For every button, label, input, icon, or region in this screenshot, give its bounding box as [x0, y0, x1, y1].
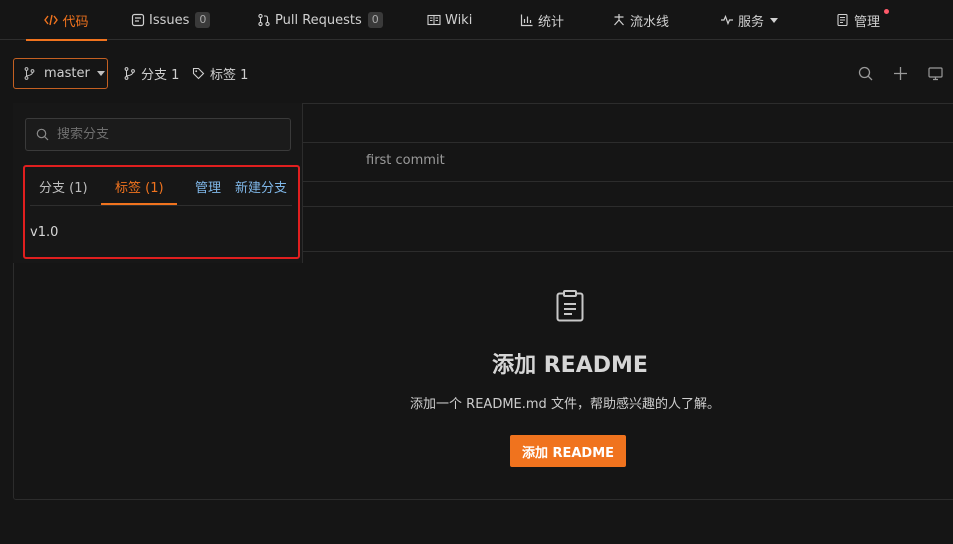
branches-count-label: 分支 1	[141, 67, 180, 83]
book-icon	[427, 13, 441, 27]
notification-dot	[884, 9, 889, 14]
tab-services[interactable]: 服务	[720, 0, 779, 40]
tab-code-label: 代码	[62, 14, 89, 30]
issues-icon	[131, 13, 145, 27]
row-divider	[300, 181, 953, 182]
tab-code[interactable]: 代码	[26, 0, 107, 41]
chevron-down-icon	[96, 71, 105, 76]
current-branch-label: master	[44, 66, 90, 81]
bar-chart-icon	[520, 13, 534, 27]
tab-pipeline[interactable]: 流水线	[612, 0, 669, 40]
tab-wiki[interactable]: Wiki	[427, 0, 472, 40]
branch-selector[interactable]: master	[13, 58, 108, 89]
branches-count-link[interactable]: 分支 1	[124, 64, 180, 83]
issues-count-badge: 0	[195, 12, 211, 28]
monitor-icon[interactable]	[926, 64, 944, 82]
tab-issues-label: Issues	[149, 12, 190, 28]
code-icon	[44, 13, 59, 27]
branch-icon	[124, 66, 136, 80]
row-divider	[300, 206, 953, 207]
tab-pipeline-label: 流水线	[630, 14, 670, 30]
row-divider	[300, 142, 953, 143]
tab-manage[interactable]: 管理	[836, 0, 880, 40]
pr-count-badge: 0	[367, 12, 383, 28]
tags-count-link[interactable]: 标签 1	[192, 64, 249, 83]
tab-stats-label: 统计	[538, 14, 565, 30]
pull-request-icon	[257, 13, 271, 27]
tab-services-label: 服务	[738, 14, 765, 30]
last-commit-message[interactable]: first commit	[366, 153, 445, 168]
pulse-icon	[720, 13, 734, 27]
tab-manage-label: 管理	[854, 14, 881, 30]
branch-search-input[interactable]	[57, 127, 277, 142]
empty-state-description: 添加一个 README.md 文件，帮助感兴趣的人了解。	[410, 397, 720, 412]
tab-issues[interactable]: Issues 0	[131, 0, 211, 40]
highlight-box	[23, 165, 300, 259]
empty-state-title: 添加 README	[492, 353, 648, 378]
plus-icon[interactable]	[891, 64, 909, 82]
pipeline-icon	[612, 13, 626, 27]
chevron-down-icon	[770, 17, 779, 23]
branch-icon	[24, 67, 35, 80]
settings-doc-icon	[836, 13, 850, 27]
tab-stats[interactable]: 统计	[520, 0, 564, 40]
branch-search-box[interactable]	[25, 118, 291, 151]
tab-wiki-label: Wiki	[445, 12, 473, 28]
add-readme-button[interactable]: 添加 README	[510, 435, 626, 467]
tag-icon	[192, 67, 205, 80]
tags-count-label: 标签 1	[210, 67, 249, 83]
clipboard-icon	[555, 290, 585, 326]
search-icon[interactable]	[856, 64, 874, 82]
tab-pull-requests[interactable]: Pull Requests 0	[257, 0, 383, 40]
repo-nav: 代码 Issues 0 Pull Requests 0 Wiki 统计 流水线	[0, 0, 953, 41]
tab-pull-requests-label: Pull Requests	[275, 12, 362, 28]
search-icon	[36, 128, 49, 141]
